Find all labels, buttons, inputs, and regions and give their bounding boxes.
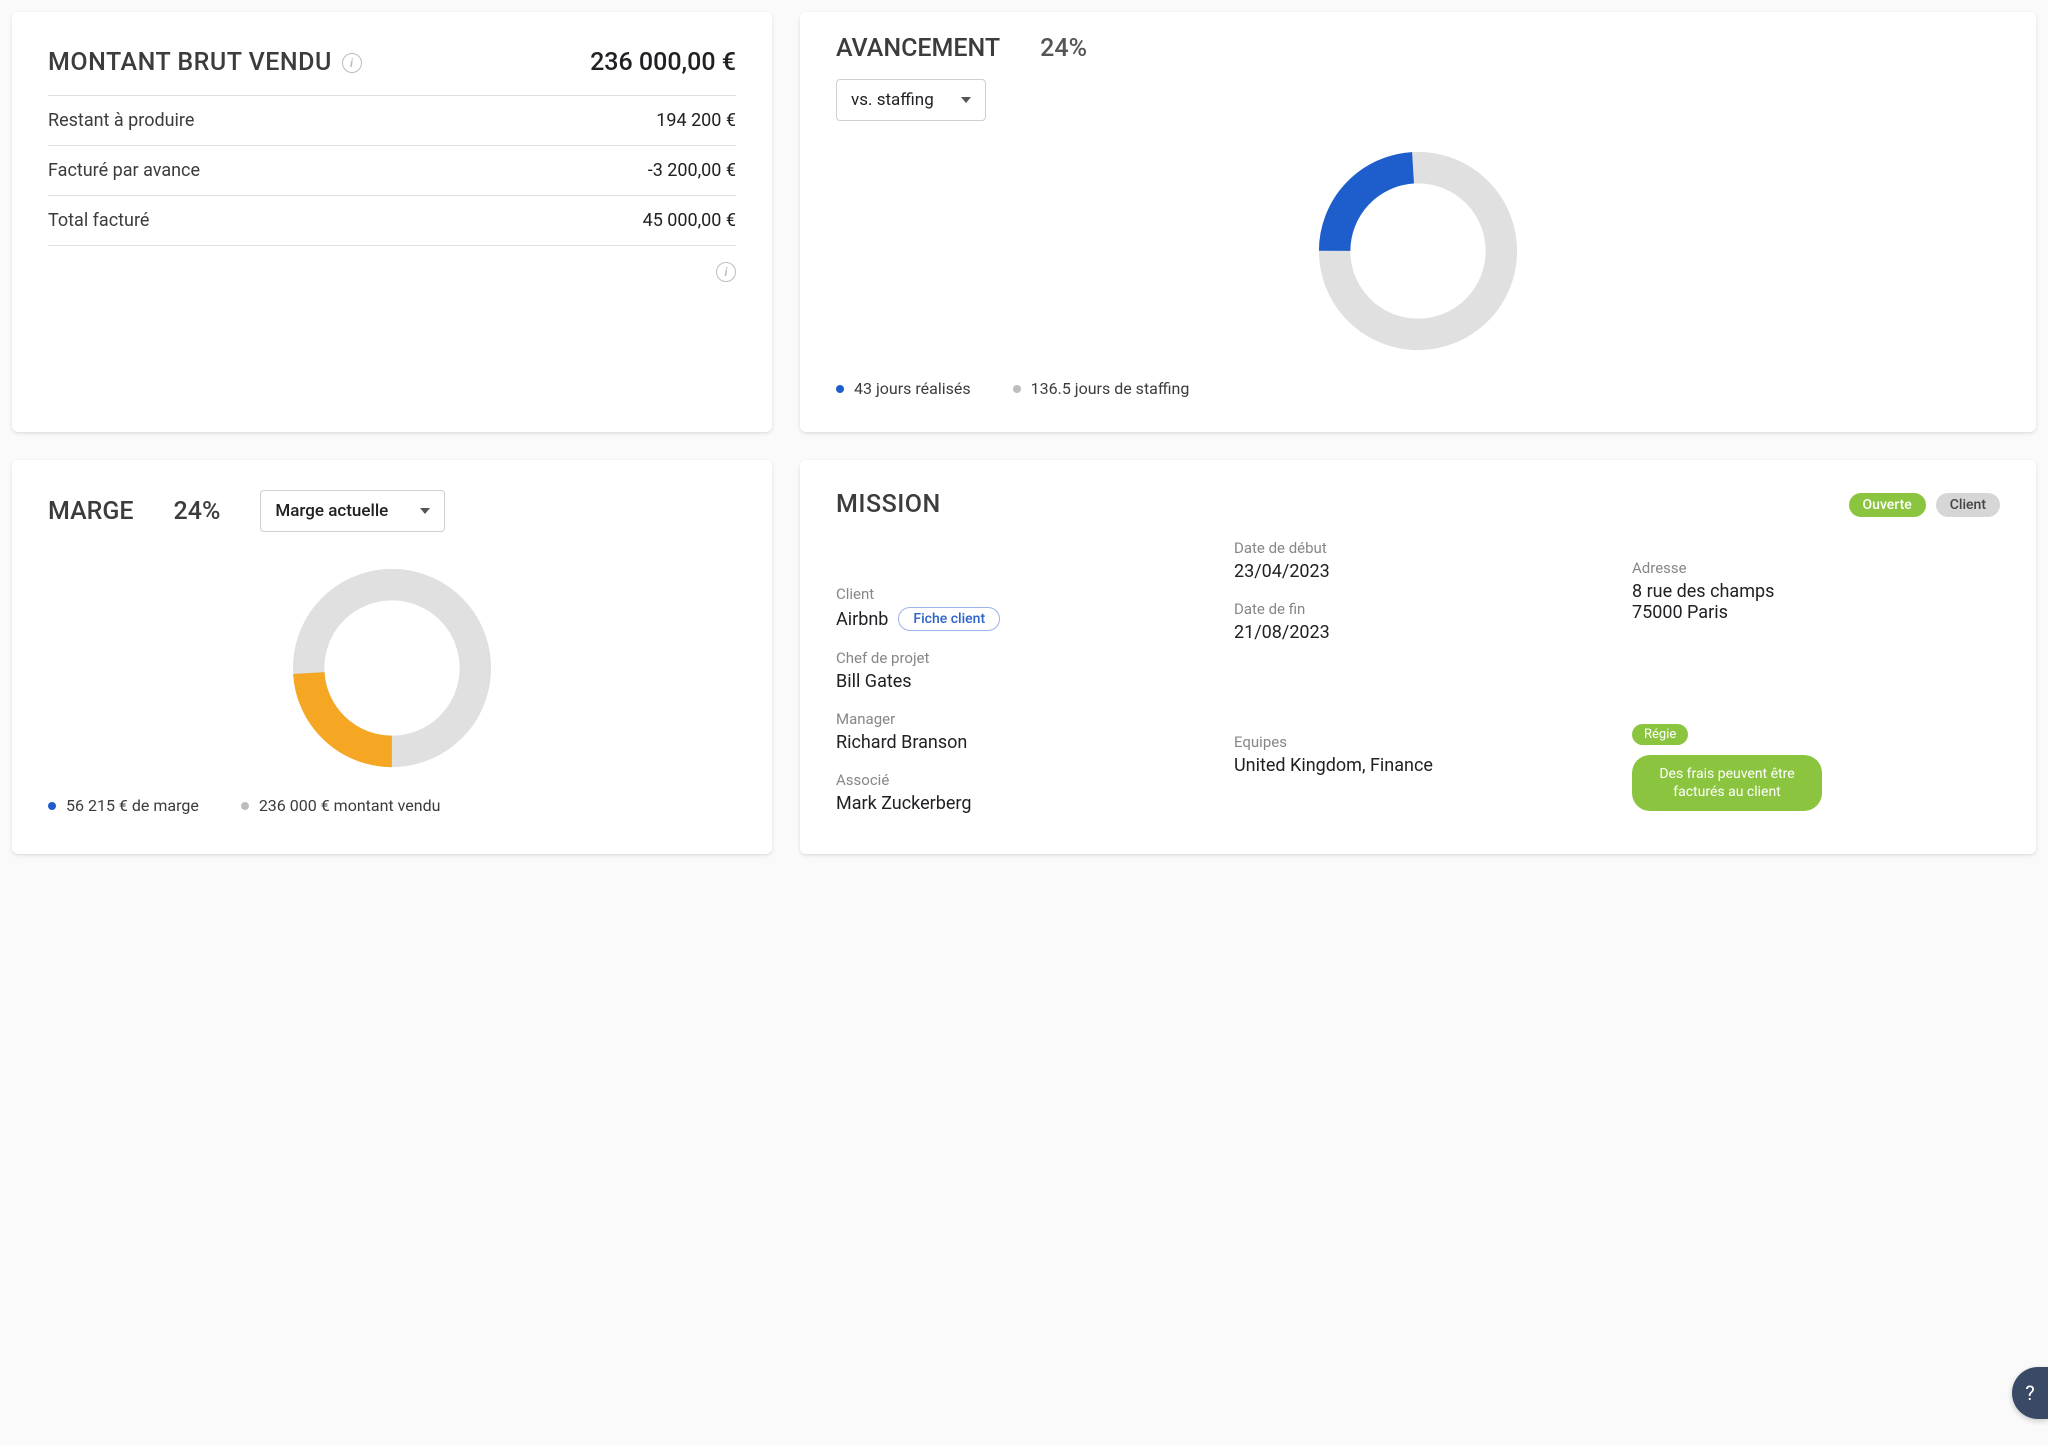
project-lead-value: Bill Gates	[836, 671, 1204, 692]
dot-icon	[1013, 385, 1021, 393]
mission-card: MISSION Ouverte Client Client Airbnb Fic…	[800, 460, 2036, 854]
regie-tag: Régie	[1632, 724, 1688, 745]
start-date-label: Date de début	[1234, 539, 1602, 557]
margin-percent: 24%	[174, 497, 221, 526]
address-line2: 75000 Paris	[1632, 602, 2000, 623]
dot-icon	[836, 385, 844, 393]
legend-sold-amount: 236 000 € montant vendu	[241, 796, 441, 815]
end-date-value: 21/08/2023	[1234, 622, 1602, 643]
teams-field: Equipes United Kingdom, Finance	[1234, 733, 1602, 776]
mission-header: MISSION Ouverte Client	[836, 490, 2000, 519]
progress-header: AVANCEMENT 24%	[836, 34, 2000, 63]
chevron-down-icon	[961, 97, 971, 103]
total-billed-label: Total facturé	[48, 210, 149, 231]
gross-sold-title: MONTANT BRUT VENDU i	[48, 48, 362, 77]
total-billed-value: 45 000,00 €	[643, 210, 736, 231]
remaining-label: Restant à produire	[48, 110, 194, 131]
margin-donut	[48, 538, 736, 796]
project-lead-field: Chef de projet Bill Gates	[836, 649, 1204, 692]
billed-in-advance-row: Facturé par avance -3 200,00 €	[48, 146, 736, 196]
start-date-field: Date de début 23/04/2023	[1234, 539, 1602, 582]
fees-callout: Des frais peuvent être facturés au clien…	[1632, 755, 1822, 811]
legend-margin-text: 56 215 € de marge	[66, 796, 199, 815]
manager-label: Manager	[836, 710, 1204, 728]
trailing-info-row: i	[48, 246, 736, 282]
margin-card: MARGE 24% Marge actuelle 56 215 € de mar…	[12, 460, 772, 854]
status-client-tag: Client	[1936, 493, 2000, 517]
advance-value: -3 200,00 €	[648, 160, 736, 181]
progress-title: AVANCEMENT	[836, 34, 1000, 63]
progress-legend: 43 jours réalisés 136.5 jours de staffin…	[836, 379, 2000, 398]
client-field: Client Airbnb Fiche client	[836, 585, 1204, 631]
margin-legend: 56 215 € de marge 236 000 € montant vend…	[48, 796, 736, 815]
dot-icon	[241, 802, 249, 810]
legend-realized-text: 43 jours réalisés	[854, 379, 971, 398]
progress-mode-select[interactable]: vs. staffing	[836, 79, 986, 121]
total-billed-row: Total facturé 45 000,00 €	[48, 196, 736, 246]
mission-col-1: Client Airbnb Fiche client Chef de proje…	[836, 539, 1204, 814]
teams-value: United Kingdom, Finance	[1234, 755, 1602, 776]
manager-value: Richard Branson	[836, 732, 1204, 753]
client-label: Client	[836, 585, 1204, 603]
partner-value: Mark Zuckerberg	[836, 793, 1204, 814]
info-icon[interactable]: i	[342, 53, 362, 73]
progress-donut	[836, 121, 2000, 379]
legend-sold-text: 236 000 € montant vendu	[259, 796, 441, 815]
address-line1: 8 rue des champs	[1632, 581, 2000, 602]
progress-card: AVANCEMENT 24% vs. staffing 43 jours réa…	[800, 12, 2036, 432]
client-sheet-chip[interactable]: Fiche client	[898, 607, 1000, 631]
status-open-tag: Ouverte	[1849, 493, 1926, 517]
partner-label: Associé	[836, 771, 1204, 789]
mission-title: MISSION	[836, 490, 941, 519]
margin-mode-select[interactable]: Marge actuelle	[260, 490, 445, 532]
teams-label: Equipes	[1234, 733, 1602, 751]
dot-icon	[48, 802, 56, 810]
gross-sold-title-text: MONTANT BRUT VENDU	[48, 48, 332, 77]
remaining-value: 194 200 €	[656, 110, 736, 131]
start-date-value: 23/04/2023	[1234, 561, 1602, 582]
client-value: Airbnb	[836, 609, 888, 630]
address-field: Adresse 8 rue des champs 75000 Paris	[1632, 559, 2000, 623]
chevron-down-icon	[420, 508, 430, 514]
partner-field: Associé Mark Zuckerberg	[836, 771, 1204, 814]
progress-select-value: vs. staffing	[851, 90, 934, 110]
gross-sold-card: MONTANT BRUT VENDU i 236 000,00 € Restan…	[12, 12, 772, 432]
gross-sold-header: MONTANT BRUT VENDU i 236 000,00 €	[48, 42, 736, 96]
project-lead-label: Chef de projet	[836, 649, 1204, 667]
margin-header: MARGE 24% Marge actuelle	[48, 490, 736, 532]
legend-realized-days: 43 jours réalisés	[836, 379, 971, 398]
legend-margin-amount: 56 215 € de marge	[48, 796, 199, 815]
advance-label: Facturé par avance	[48, 160, 200, 181]
remaining-to-produce-row: Restant à produire 194 200 €	[48, 96, 736, 146]
gross-sold-value: 236 000,00 €	[590, 48, 736, 77]
address-label: Adresse	[1632, 559, 2000, 577]
mission-col-3: Adresse 8 rue des champs 75000 Paris Rég…	[1632, 539, 2000, 814]
mission-body: Client Airbnb Fiche client Chef de proje…	[836, 539, 2000, 814]
billing-info: Régie Des frais peuvent être facturés au…	[1632, 723, 2000, 811]
manager-field: Manager Richard Branson	[836, 710, 1204, 753]
info-icon[interactable]: i	[716, 262, 736, 282]
help-fab[interactable]: ?	[2012, 1367, 2048, 1419]
mission-col-2: Date de début 23/04/2023 Date de fin 21/…	[1234, 539, 1602, 814]
end-date-field: Date de fin 21/08/2023	[1234, 600, 1602, 643]
margin-select-value: Marge actuelle	[275, 501, 388, 521]
progress-percent: 24%	[1040, 34, 1087, 63]
legend-staffing-text: 136.5 jours de staffing	[1031, 379, 1190, 398]
end-date-label: Date de fin	[1234, 600, 1602, 618]
margin-title: MARGE	[48, 497, 134, 526]
legend-staffing-days: 136.5 jours de staffing	[1013, 379, 1190, 398]
mission-tags: Ouverte Client	[1849, 493, 2000, 517]
